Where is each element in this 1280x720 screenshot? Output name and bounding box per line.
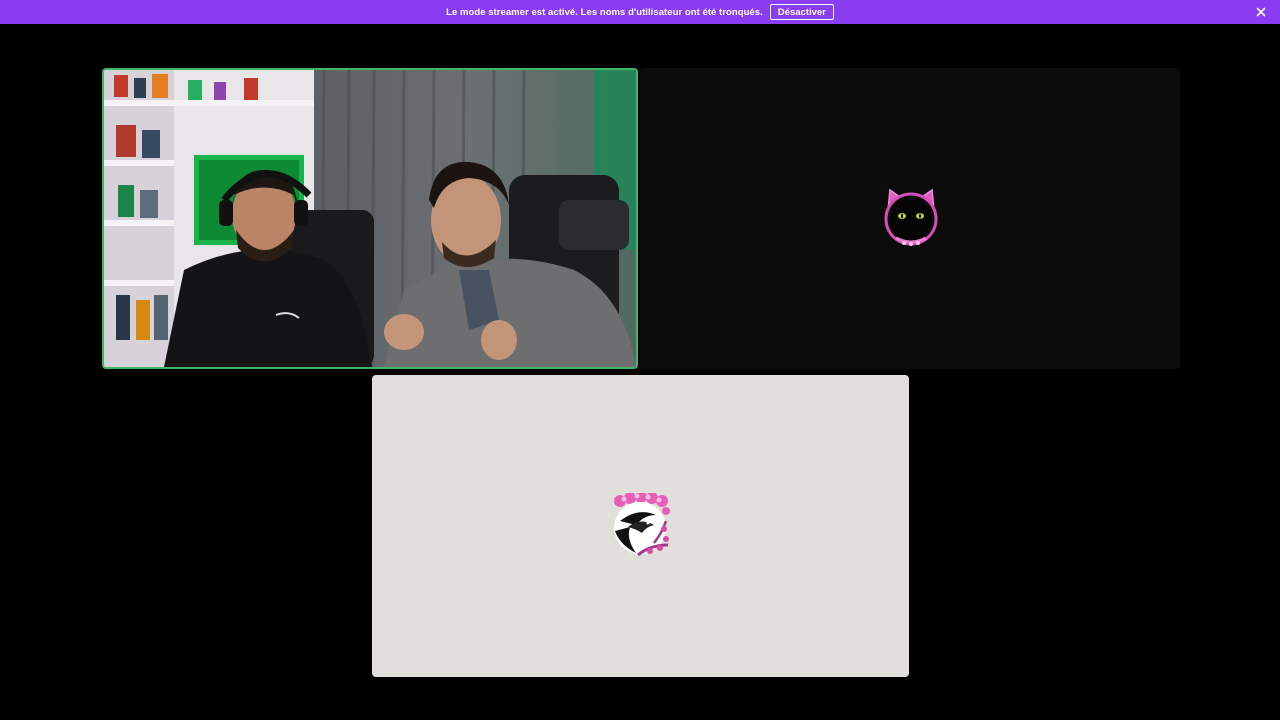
streamer-mode-message: Le mode streamer est activé. Les noms d'… [446,6,763,18]
participant-avatar-tile[interactable] [640,68,1180,369]
participant-avatar [884,188,938,246]
video-feed [104,70,636,367]
participant-avatar-tile[interactable] [372,375,909,677]
close-icon[interactable] [1254,5,1268,19]
participant-video-tile[interactable] [102,68,638,369]
deactivate-button[interactable]: Désactiver [769,4,834,20]
streamer-mode-banner: Le mode streamer est activé. Les noms d'… [0,0,1280,24]
participant-avatar [614,493,670,557]
